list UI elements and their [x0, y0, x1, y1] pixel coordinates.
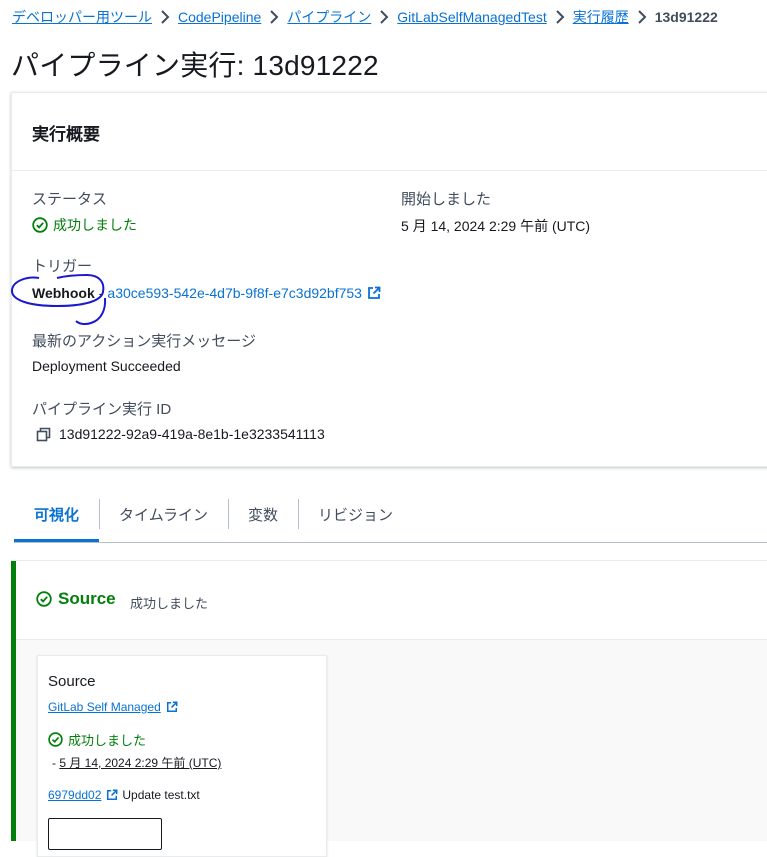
- tab-visualization[interactable]: 可視化: [14, 494, 100, 542]
- stage-title: Source: [36, 589, 116, 609]
- execution-id-value: 13d91222-92a9-419a-8e1b-1e3233541113: [36, 426, 325, 442]
- breadcrumb-current: 13d91222: [654, 9, 718, 25]
- breadcrumb-execution-history[interactable]: 実行履歴: [573, 7, 629, 27]
- commit-row: 6979dd02 Update test.txt: [48, 788, 200, 802]
- provider-link[interactable]: GitLab Self Managed: [48, 700, 161, 714]
- chevron-right-icon: [629, 9, 655, 25]
- breadcrumb-pipeline-name[interactable]: GitLabSelfManagedTest: [397, 9, 546, 25]
- message-value: Deployment Succeeded: [32, 358, 181, 374]
- action-name: Source: [48, 673, 96, 690]
- status-success-icon: [36, 591, 52, 607]
- tab-timeline[interactable]: タイムライン: [99, 494, 228, 534]
- message-label: 最新のアクション実行メッセージ: [32, 333, 256, 350]
- commit-message: Update test.txt: [122, 788, 200, 802]
- started-value: 5 月 14, 2024 2:29 午前 (UTC): [401, 218, 591, 234]
- tab-variables[interactable]: 変数: [227, 494, 298, 534]
- breadcrumb: デベロッパー用ツール CodePipeline パイプライン GitLabSel…: [12, 7, 718, 27]
- action-time-link[interactable]: 5 月 14, 2024 2:29 午前 (UTC): [59, 756, 221, 770]
- chevron-right-icon: [152, 9, 178, 25]
- stage-name: Source: [58, 589, 116, 608]
- external-link-icon[interactable]: [367, 286, 381, 300]
- stage-source: Source 成功しました Source GitLab Self Managed…: [11, 560, 767, 857]
- execution-id-text: 13d91222-92a9-419a-8e1b-1e3233541113: [59, 426, 325, 442]
- commit-id-link[interactable]: 6979dd02: [48, 788, 101, 802]
- external-link-icon[interactable]: [106, 789, 118, 801]
- tabs: 可視化 タイムライン 変数 リビジョン: [14, 494, 767, 543]
- action-provider: GitLab Self Managed: [48, 700, 178, 714]
- action-time-prefix: -: [52, 756, 56, 770]
- panel-title: 実行概要: [32, 125, 100, 144]
- action-status-text: 成功しました: [68, 733, 147, 748]
- breadcrumb-developer-tools[interactable]: デベロッパー用ツール: [12, 7, 152, 27]
- breadcrumb-pipelines[interactable]: パイプライン: [287, 7, 371, 27]
- action-status: 成功しました: [48, 730, 146, 749]
- chevron-right-icon: [261, 9, 287, 25]
- status-success-icon: [32, 217, 48, 233]
- status-value: 成功しました: [32, 215, 137, 235]
- panel-header: 実行概要: [12, 93, 767, 171]
- stage-status: 成功しました: [130, 596, 209, 611]
- status-success-icon: [48, 732, 63, 747]
- copy-icon[interactable]: [36, 427, 51, 442]
- breadcrumb-codepipeline[interactable]: CodePipeline: [178, 9, 261, 25]
- started-label: 開始しました: [401, 191, 492, 208]
- trigger-label: トリガー: [32, 258, 93, 275]
- tab-revisions[interactable]: リビジョン: [297, 494, 413, 534]
- action-card: Source GitLab Self Managed 成功しました - 5 月 …: [37, 655, 327, 857]
- chevron-right-icon: [547, 9, 573, 25]
- trigger-value: Webhook - a30ce593-542e-4d7b-9f8f-e7c3d9…: [32, 285, 381, 301]
- chevron-right-icon: [371, 9, 397, 25]
- page-title: パイプライン実行: 13d91222: [11, 50, 379, 81]
- stage-header: Source 成功しました: [16, 561, 767, 640]
- status-text: 成功しました: [53, 217, 137, 233]
- execution-id-label: パイプライン実行 ID: [32, 401, 172, 418]
- external-link-icon[interactable]: [166, 701, 178, 713]
- status-label: ステータス: [32, 191, 108, 208]
- execution-summary-panel: 実行概要 ステータス 成功しました 開始しました 5 月 14, 2024 2:…: [11, 92, 767, 467]
- action-time: - 5 月 14, 2024 2:29 午前 (UTC): [52, 754, 221, 771]
- trigger-type: Webhook: [32, 285, 95, 301]
- trigger-separator: -: [98, 285, 104, 301]
- trigger-id-link[interactable]: a30ce593-542e-4d7b-9f8f-e7c3d92bf753: [107, 285, 362, 301]
